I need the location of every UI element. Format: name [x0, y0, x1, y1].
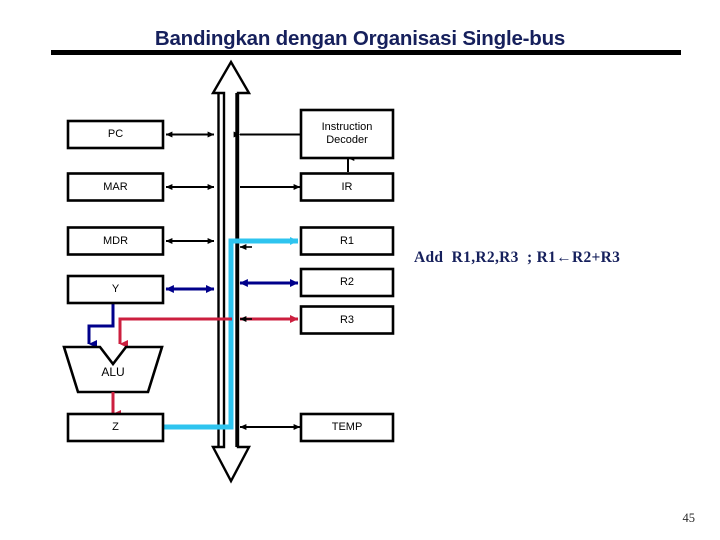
box-label-r2: R2	[339, 276, 355, 289]
box-label-mar: MAR	[103, 180, 128, 193]
box-label-y: Y	[111, 283, 120, 296]
alu-label: ALU	[101, 365, 125, 379]
box-label-r1: R1	[339, 234, 355, 247]
box-label-mdr: MDR	[102, 234, 129, 247]
slide-canvas: Bandingkan dengan Organisasi Single-bus	[0, 0, 720, 540]
box-label-z: Z	[112, 421, 119, 434]
box-label-r3: R3	[339, 313, 355, 326]
instruction-annotation: Add R1,R2,R3 ; R1←R2+R3	[414, 249, 621, 266]
box-label-instruction-decoder: Instruction Decoder	[321, 121, 373, 146]
box-label-pc: PC	[107, 128, 124, 141]
connector-bus-to-alu-red	[118, 317, 232, 348]
page-number: 45	[682, 511, 696, 525]
connector-y-to-alu-navy	[87, 303, 115, 348]
box-label-temp: TEMP	[331, 421, 363, 434]
connector-z-to-r1-cyan	[162, 237, 299, 430]
box-label-ir: IR	[341, 180, 353, 193]
